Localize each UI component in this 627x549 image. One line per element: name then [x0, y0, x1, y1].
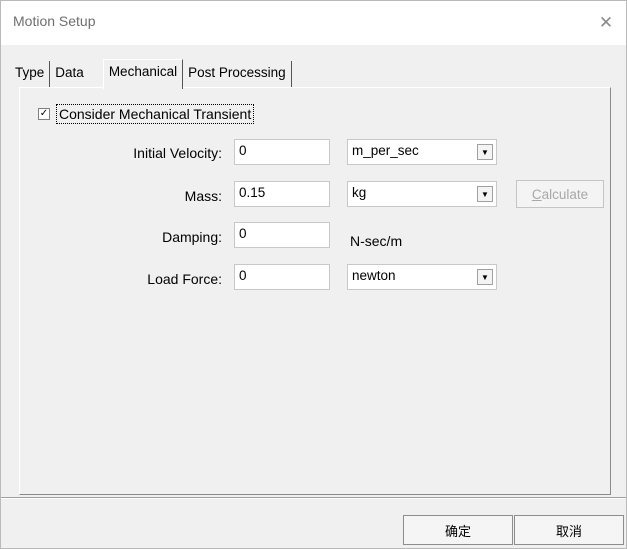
dropdown-arrow-icon[interactable]: ▼: [477, 269, 493, 285]
close-icon[interactable]: ✕: [592, 9, 620, 37]
cancel-button[interactable]: 取消: [514, 515, 624, 545]
consider-transient-label[interactable]: Consider Mechanical Transient: [56, 104, 255, 124]
mass-unit-select[interactable]: kg ▼: [347, 181, 497, 207]
window-title: Motion Setup: [13, 13, 96, 29]
damping-label: Damping:: [162, 229, 222, 245]
damping-unit-text: N-sec/m: [350, 233, 403, 249]
tab-type[interactable]: Type: [13, 61, 51, 87]
mass-label: Mass:: [184, 188, 222, 204]
tab-strip: Type Data Mechanical Post Processing: [13, 59, 292, 89]
footer-divider: [1, 497, 626, 499]
calculate-button: Calculate: [516, 180, 604, 208]
calculate-mnemonic: C: [531, 186, 542, 202]
load-force-label: Load Force:: [147, 271, 222, 287]
load-force-unit-select[interactable]: newton ▼: [347, 264, 497, 290]
tab-mechanical[interactable]: Mechanical: [102, 59, 184, 89]
tab-data[interactable]: Data: [50, 61, 89, 87]
consider-transient-checkbox[interactable]: ✓: [38, 108, 50, 120]
load-force-input[interactable]: 0: [234, 264, 330, 290]
damping-input[interactable]: 0: [234, 222, 330, 248]
consider-transient-row[interactable]: ✓ Consider Mechanical Transient: [38, 104, 255, 124]
initial-velocity-unit-select[interactable]: m_per_sec ▼: [347, 139, 497, 165]
mass-unit-value: kg: [352, 185, 367, 200]
mass-input[interactable]: 0.15: [234, 181, 330, 207]
initial-velocity-input[interactable]: 0: [234, 139, 330, 165]
load-force-unit-value: newton: [352, 268, 396, 283]
initial-velocity-unit-value: m_per_sec: [352, 143, 419, 158]
dropdown-arrow-icon[interactable]: ▼: [477, 186, 493, 202]
initial-velocity-label: Initial Velocity:: [133, 145, 222, 161]
tab-post-processing[interactable]: Post Processing: [183, 61, 292, 87]
calculate-label-rest: alculate: [541, 186, 589, 202]
dropdown-arrow-icon[interactable]: ▼: [477, 144, 493, 160]
motion-setup-dialog: Motion Setup ✕ Type Data Mechanical Post…: [0, 0, 627, 549]
mechanical-panel: ✓ Consider Mechanical Transient Initial …: [19, 87, 611, 495]
ok-button[interactable]: 确定: [403, 515, 513, 545]
title-bar: Motion Setup ✕: [1, 1, 626, 45]
